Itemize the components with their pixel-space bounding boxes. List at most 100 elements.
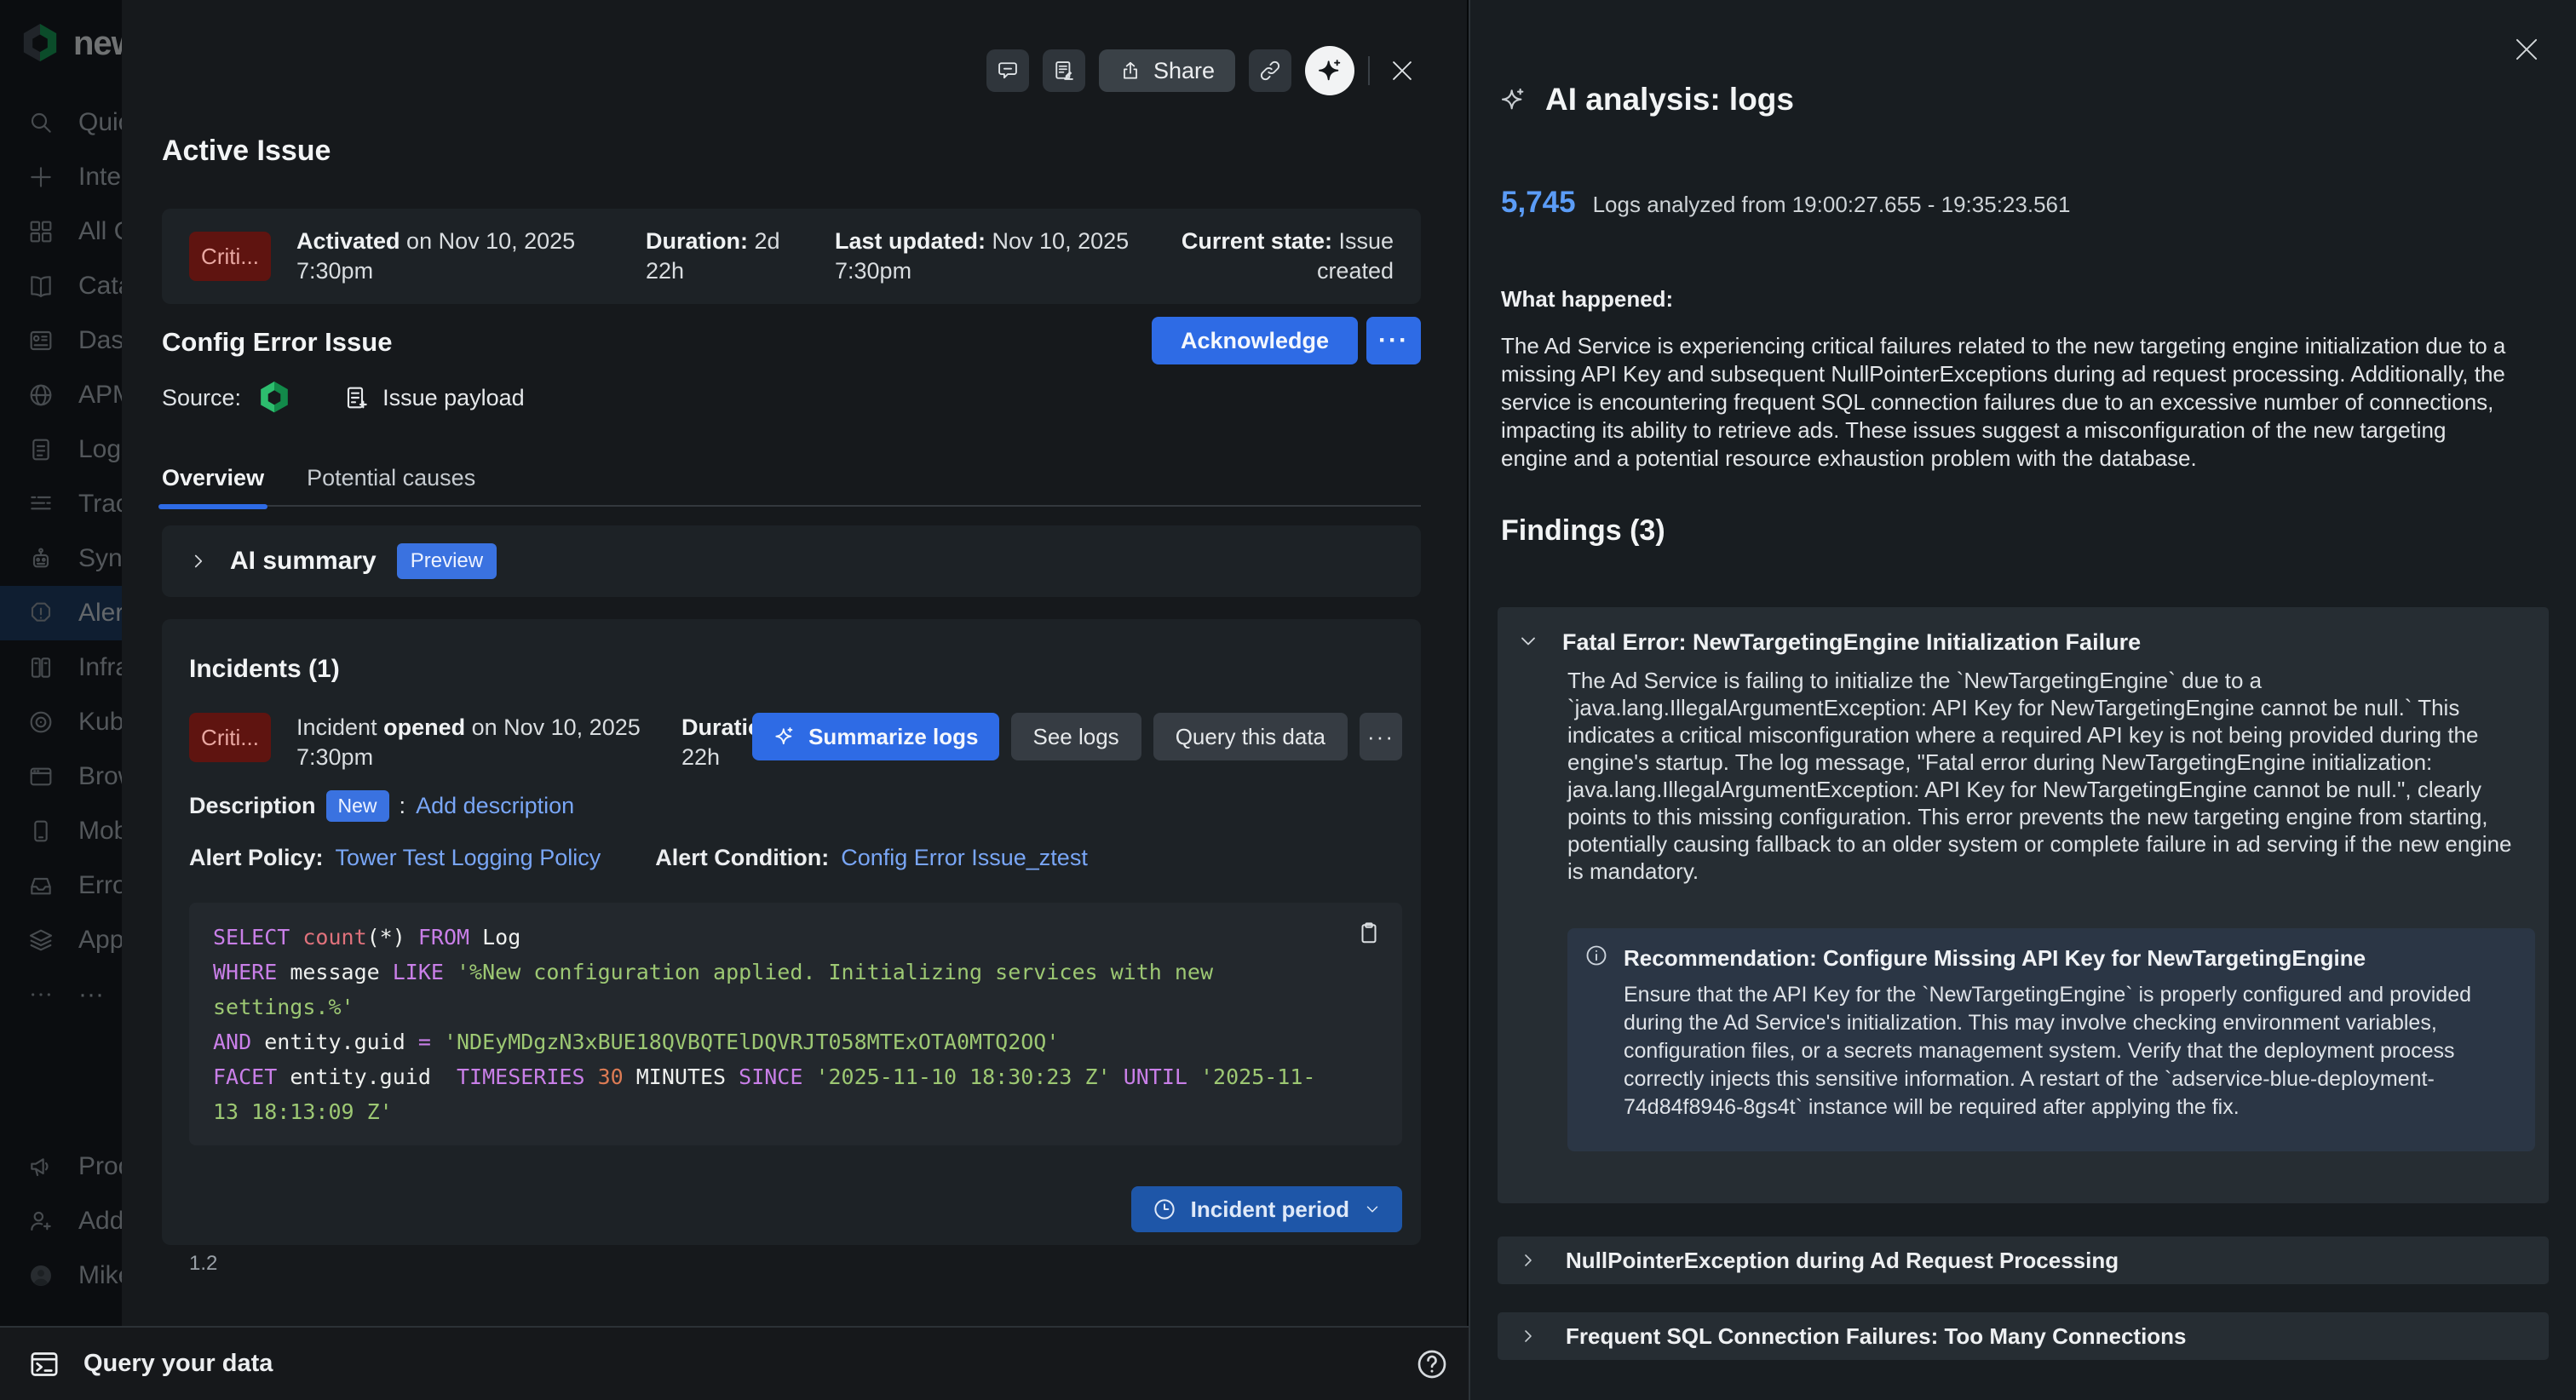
summarize-logs-button[interactable]: Summarize logs bbox=[752, 713, 998, 760]
issue-summary-card: Criti... Activated on Nov 10, 2025 7:30p… bbox=[162, 209, 1421, 304]
finding-title: NullPointerException during Ad Request P… bbox=[1566, 1248, 2119, 1274]
info-icon bbox=[1584, 944, 1608, 967]
toolbar-divider bbox=[1368, 56, 1370, 85]
logs-count: 5,745 bbox=[1501, 186, 1576, 220]
alert-condition-link[interactable]: Config Error Issue_ztest bbox=[841, 845, 1088, 871]
incident-meta-row: Criti... Incident opened on Nov 10, 2025… bbox=[189, 713, 826, 772]
terminal-icon bbox=[27, 1347, 61, 1381]
comment-button[interactable] bbox=[986, 49, 1029, 92]
recommendation-box: Recommendation: Configure Missing API Ke… bbox=[1567, 928, 2535, 1151]
chevron-down-icon[interactable] bbox=[1516, 629, 1540, 653]
query-this-data-button[interactable]: Query this data bbox=[1153, 713, 1348, 760]
ai-assistant-button[interactable] bbox=[1305, 46, 1354, 95]
finding-collapsed[interactable]: NullPointerException during Ad Request P… bbox=[1498, 1236, 2549, 1284]
alert-condition-label: Alert Condition: bbox=[655, 845, 829, 871]
ai-summary-card[interactable]: AI summary Preview bbox=[162, 525, 1421, 597]
page-title: Active Issue bbox=[162, 135, 331, 168]
duration-meta: Duration: 2d 22h bbox=[646, 227, 782, 286]
code-line: WHERE message LIKE '%New configuration a… bbox=[213, 955, 1378, 990]
incident-more-button[interactable]: ··· bbox=[1360, 713, 1402, 760]
nrql-query-code: SELECT count(*) FROM LogWHERE message LI… bbox=[213, 920, 1378, 1129]
issue-payload-button[interactable]: Issue payload bbox=[343, 384, 525, 411]
finding-title: Frequent SQL Connection Failures: Too Ma… bbox=[1566, 1323, 2187, 1350]
severity-badge: Criti... bbox=[189, 713, 271, 762]
code-line: SELECT count(*) FROM Log bbox=[213, 920, 1378, 955]
acknowledge-button[interactable]: Acknowledge bbox=[1152, 317, 1358, 364]
what-happened-text: The Ad Service is experiencing critical … bbox=[1501, 332, 2511, 473]
close-icon bbox=[1388, 56, 1417, 85]
incident-actions: Summarize logs See logs Query this data … bbox=[752, 713, 1402, 760]
summarize-logs-label: Summarize logs bbox=[808, 724, 978, 750]
chevron-right-icon[interactable] bbox=[187, 550, 210, 572]
ai-sparkle-icon bbox=[1316, 57, 1343, 84]
recommendation-title: Recommendation: Configure Missing API Ke… bbox=[1624, 945, 2366, 972]
incident-period-button[interactable]: Incident period bbox=[1131, 1186, 1402, 1232]
help-icon[interactable] bbox=[1415, 1347, 1449, 1381]
issue-actions: Acknowledge ··· bbox=[1152, 317, 1421, 364]
modal-close-button[interactable] bbox=[1383, 52, 1421, 89]
panel-header: AI analysis: logs bbox=[1499, 82, 1794, 118]
finding-title: Fatal Error: NewTargetingEngine Initiali… bbox=[1562, 629, 2141, 656]
issue-more-button[interactable]: ··· bbox=[1366, 317, 1421, 364]
query-your-data-label: Query your data bbox=[83, 1350, 273, 1378]
findings-heading: Findings (3) bbox=[1501, 514, 1665, 548]
alert-meta-row: Alert Policy: Tower Test Logging Policy … bbox=[189, 845, 1088, 871]
last-updated-meta: Last updated: Nov 10, 2025 7:30pm bbox=[835, 227, 1150, 286]
incidents-heading: Incidents (1) bbox=[189, 655, 340, 684]
code-line: 13 18:13:09 Z' bbox=[213, 1094, 1378, 1129]
current-state-meta: Current state: Issue created bbox=[1172, 227, 1394, 286]
panel-title: AI analysis: logs bbox=[1545, 82, 1794, 118]
sparkle-icon bbox=[773, 725, 796, 749]
nrql-query-block: SELECT count(*) FROM LogWHERE message LI… bbox=[189, 903, 1402, 1145]
note-edit-icon bbox=[1052, 59, 1076, 83]
what-happened-label: What happened: bbox=[1501, 286, 1673, 313]
chevron-down-icon bbox=[1363, 1200, 1382, 1219]
chevron-right-icon[interactable] bbox=[1518, 1326, 1538, 1346]
panel-close-button[interactable] bbox=[2508, 31, 2545, 68]
copy-query-button[interactable] bbox=[1356, 920, 1382, 945]
share-label: Share bbox=[1153, 58, 1215, 84]
issue-title: Config Error Issue bbox=[162, 327, 392, 358]
ai-summary-title: AI summary bbox=[230, 547, 377, 576]
finding-body: The Ad Service is failing to initialize … bbox=[1567, 667, 2525, 885]
see-logs-button[interactable]: See logs bbox=[1011, 713, 1141, 760]
finding-expanded: Fatal Error: NewTargetingEngine Initiali… bbox=[1498, 607, 2549, 1203]
ai-sparkle-icon bbox=[1499, 86, 1527, 113]
add-description-link[interactable]: Add description bbox=[416, 793, 574, 819]
source-label: Source: bbox=[162, 385, 241, 411]
alert-policy-link[interactable]: Tower Test Logging Policy bbox=[336, 845, 601, 871]
tab-bar: Overview Potential causes bbox=[162, 465, 1421, 507]
payload-document-icon bbox=[343, 384, 371, 411]
active-issue-modal: Share Active Issue Criti... Activated on… bbox=[122, 0, 1467, 1326]
tab-overview[interactable]: Overview bbox=[162, 465, 264, 491]
link-icon bbox=[1258, 59, 1282, 83]
chevron-right-icon[interactable] bbox=[1518, 1250, 1538, 1271]
code-line: FACET entity.guid TIMESERIES 30 MINUTES … bbox=[213, 1059, 1378, 1094]
clipboard-icon bbox=[1356, 920, 1382, 945]
clock-icon bbox=[1152, 1196, 1177, 1222]
share-icon bbox=[1119, 60, 1141, 82]
incidents-card: Incidents (1) Criti... Incident opened o… bbox=[162, 619, 1421, 1245]
code-line: settings.%' bbox=[213, 990, 1378, 1024]
share-button[interactable]: Share bbox=[1099, 49, 1235, 92]
description-label: Description bbox=[189, 793, 316, 819]
notes-button[interactable] bbox=[1043, 49, 1085, 92]
preview-badge: Preview bbox=[397, 543, 497, 579]
incident-opened-meta: Incident opened on Nov 10, 2025 7:30pm bbox=[296, 713, 671, 772]
recommendation-body: Ensure that the API Key for the `NewTarg… bbox=[1624, 981, 2501, 1122]
query-your-data-bar[interactable]: Query your data bbox=[0, 1326, 1476, 1400]
incident-period-label: Incident period bbox=[1191, 1196, 1349, 1223]
tab-potential-causes[interactable]: Potential causes bbox=[307, 465, 475, 491]
logs-analyzed-row: 5,745 Logs analyzed from 19:00:27.655 - … bbox=[1501, 186, 2070, 220]
version-label: 1.2 bbox=[189, 1252, 217, 1276]
colon: : bbox=[400, 793, 406, 819]
comment-icon bbox=[996, 59, 1020, 83]
issue-payload-label: Issue payload bbox=[382, 385, 525, 411]
description-row: Description New : Add description bbox=[189, 790, 574, 822]
finding-collapsed[interactable]: Frequent SQL Connection Failures: Too Ma… bbox=[1498, 1312, 2549, 1360]
new-badge: New bbox=[326, 790, 389, 822]
copy-link-button[interactable] bbox=[1249, 49, 1291, 92]
severity-badge: Criti... bbox=[189, 232, 271, 281]
ai-analysis-panel: AI analysis: logs 5,745 Logs analyzed fr… bbox=[1469, 0, 2576, 1400]
code-line: AND entity.guid = 'NDEyMDgzN3xBUE18QVBQT… bbox=[213, 1024, 1378, 1059]
